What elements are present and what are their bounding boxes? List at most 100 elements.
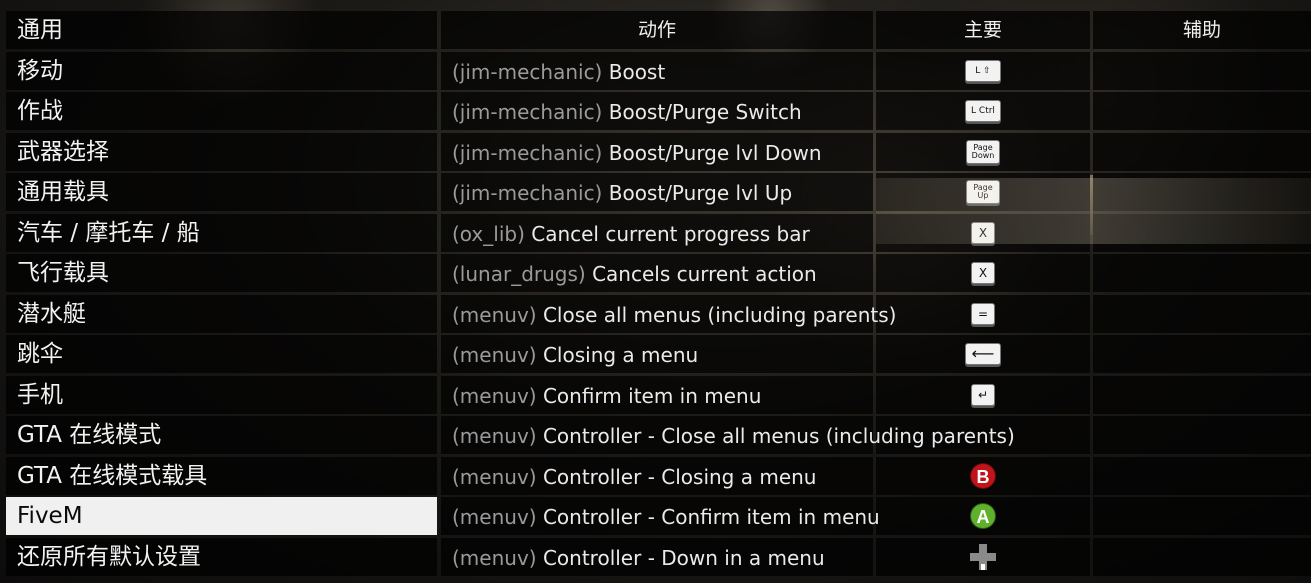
keyboard-key-icon: Page Up	[966, 180, 1000, 204]
category-item[interactable]: 武器选择	[6, 133, 437, 171]
resource-prefix: (jim-mechanic)	[452, 60, 603, 84]
resource-prefix: (menuv)	[452, 303, 537, 327]
menu-row: GTA 在线模式载具 B (menuv) Controller - Closing …	[0, 457, 1311, 495]
header-action: 动作	[441, 11, 873, 49]
action-name: Controller - Confirm item in menu	[542, 505, 880, 529]
primary-key-cell[interactable]: X	[876, 214, 1090, 252]
action-name: Boost	[608, 60, 666, 84]
secondary-key-cell[interactable]	[1093, 376, 1311, 414]
secondary-key-cell[interactable]	[1093, 335, 1311, 373]
secondary-key-cell[interactable]	[1093, 295, 1311, 333]
keyboard-key-icon: ↵	[971, 384, 995, 406]
action-label: (menuv) Controller - Down in a menu	[452, 538, 825, 576]
primary-key-cell[interactable]: B	[876, 457, 1090, 495]
menu-row: 汽车 / 摩托车 / 船 X (ox_lib) Cancel current pro…	[0, 214, 1311, 252]
primary-key-cell[interactable]: L Ctrl	[876, 92, 1090, 130]
action-label: (menuv) Controller - Closing a menu	[452, 457, 816, 495]
action-name: Confirm item in menu	[542, 384, 762, 408]
keyboard-key-icon: X	[971, 222, 995, 244]
secondary-key-cell[interactable]	[1093, 254, 1311, 292]
menu-row: 武器选择 Page Down (jim-mechanic) Boost/Purge …	[0, 133, 1311, 171]
header-secondary: 辅助	[1093, 11, 1311, 49]
action-label: (menuv) Close all menus (including paren…	[452, 295, 896, 333]
resource-prefix: (jim-mechanic)	[452, 100, 603, 124]
primary-key-cell[interactable]: A	[876, 497, 1090, 535]
primary-key-cell[interactable]: Page Up	[876, 173, 1090, 211]
keyboard-key-icon: =	[971, 303, 995, 325]
primary-key-cell[interactable]: =	[876, 295, 1090, 333]
menu-row: 还原所有默认设置 (menuv) Controller - Down in a m…	[0, 538, 1311, 576]
secondary-key-cell[interactable]	[1093, 173, 1311, 211]
resource-prefix: (menuv)	[452, 384, 537, 408]
primary-key-cell[interactable]: X	[876, 254, 1090, 292]
primary-key-cell[interactable]	[876, 538, 1090, 576]
header-primary: 主要	[876, 11, 1090, 49]
secondary-key-cell[interactable]	[1093, 92, 1311, 130]
category-item[interactable]: 作战	[6, 92, 437, 130]
menu-row: 作战 L Ctrl (jim-mechanic) Boost/Purge Switc…	[0, 92, 1311, 130]
resource-prefix: (jim-mechanic)	[452, 181, 603, 205]
action-label: (ox_lib) Cancel current progress bar	[452, 214, 810, 252]
action-label: (jim-mechanic) Boost/Purge lvl Up	[452, 173, 792, 211]
secondary-key-cell[interactable]	[1093, 214, 1311, 252]
action-name: Controller - Closing a menu	[542, 465, 817, 489]
category-item[interactable]: 还原所有默认设置	[6, 538, 437, 576]
secondary-key-cell[interactable]	[1093, 497, 1311, 535]
action-name: Closing a menu	[542, 343, 699, 367]
action-name: Controller - Down in a menu	[542, 546, 825, 570]
action-name: Boost/Purge Switch	[608, 100, 802, 124]
resource-prefix: (ox_lib)	[452, 222, 525, 246]
action-name: Controller - Close all menus (including …	[542, 424, 1015, 448]
action-name: Close all menus (including parents)	[542, 303, 897, 327]
category-item[interactable]: 跳伞	[6, 335, 437, 373]
resource-prefix: (menuv)	[452, 424, 537, 448]
action-label: (jim-mechanic) Boost	[452, 52, 665, 90]
action-name: Cancels current action	[592, 262, 817, 286]
category-item[interactable]: 移动	[6, 52, 437, 90]
category-item[interactable]: 汽车 / 摩托车 / 船	[6, 214, 437, 252]
resource-prefix: (jim-mechanic)	[452, 141, 603, 165]
secondary-key-cell[interactable]	[1093, 133, 1311, 171]
action-name: Boost/Purge lvl Down	[608, 141, 822, 165]
action-label: (menuv) Closing a menu	[452, 335, 698, 373]
background-highlight-edge	[1090, 175, 1093, 235]
menu-row: 飞行载具 X (lunar_drugs) Cancels current actio…	[0, 254, 1311, 292]
category-item[interactable]: GTA 在线模式载具	[6, 457, 437, 495]
resource-prefix: (menuv)	[452, 343, 537, 367]
secondary-key-cell[interactable]	[1093, 457, 1311, 495]
keyboard-key-icon: Page Down	[966, 140, 1000, 164]
controller-b-button-icon: B	[970, 463, 996, 489]
action-label: (menuv) Controller - Confirm item in men…	[452, 497, 880, 535]
action-label: (jim-mechanic) Boost/Purge Switch	[452, 92, 802, 130]
column-header-secondary: 辅助	[1182, 19, 1221, 41]
category-item[interactable]: FiveM	[6, 497, 437, 535]
category-item[interactable]: 手机	[6, 376, 437, 414]
column-header-primary: 主要	[963, 19, 1002, 41]
resource-prefix: (lunar_drugs)	[452, 262, 586, 286]
primary-key-cell[interactable]: ⟵	[876, 335, 1090, 373]
resource-prefix: (menuv)	[452, 546, 537, 570]
action-label: (lunar_drugs) Cancels current action	[452, 254, 817, 292]
category-item[interactable]: 飞行载具	[6, 254, 437, 292]
menu-row: 通用 动作 主要 辅助	[0, 11, 1311, 49]
primary-key-cell[interactable]: ↵	[876, 376, 1090, 414]
keyboard-key-icon: L ⇧	[965, 60, 1001, 82]
secondary-key-cell[interactable]	[1093, 416, 1311, 454]
primary-key-cell[interactable]: Page Down	[876, 133, 1090, 171]
secondary-key-cell[interactable]	[1093, 52, 1311, 90]
menu-row: FiveM A (menuv) Controller - Confirm item …	[0, 497, 1311, 535]
action-label: (menuv) Confirm item in menu	[452, 376, 761, 414]
menu-row: GTA 在线模式 (menuv) Controller - Close all m…	[0, 416, 1311, 454]
menu-row: 通用载具 Page Up (jim-mechanic) Boost/Purge lv…	[0, 173, 1311, 211]
action-label: (menuv) Controller - Close all menus (in…	[452, 416, 1015, 454]
secondary-key-cell[interactable]	[1093, 538, 1311, 576]
dpad-down-icon	[970, 544, 996, 570]
category-item[interactable]: 通用载具	[6, 173, 437, 211]
category-item[interactable]: 潜水艇	[6, 295, 437, 333]
category-item[interactable]: 通用	[6, 11, 437, 49]
primary-key-cell[interactable]: L ⇧	[876, 52, 1090, 90]
controller-a-button-icon: A	[970, 503, 996, 529]
category-item[interactable]: GTA 在线模式	[6, 416, 437, 454]
menu-row: 跳伞 ⟵ (menuv) Closing a menu	[0, 335, 1311, 373]
resource-prefix: (menuv)	[452, 465, 537, 489]
